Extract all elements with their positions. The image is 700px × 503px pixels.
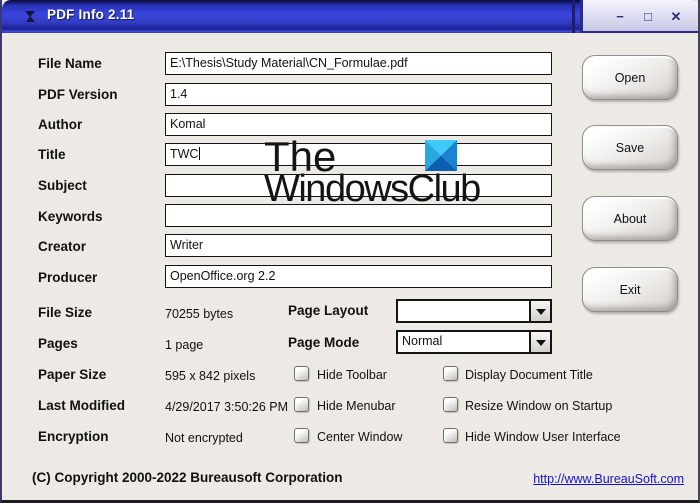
subject-label: Subject (38, 178, 87, 193)
pdf-version-label: PDF Version (38, 87, 118, 102)
text-cursor (199, 147, 201, 160)
resize-window-on-startup-checkbox[interactable] (443, 397, 458, 412)
display-document-title-checkbox[interactable] (443, 366, 458, 381)
exit-button[interactable]: Exit (582, 267, 678, 312)
maximize-icon[interactable]: □ (638, 8, 658, 26)
hide-toolbar-label: Hide Toolbar (317, 368, 387, 382)
creator-field[interactable]: Writer (165, 234, 552, 257)
last-modified-label: Last Modified (38, 398, 125, 413)
paper-size-label: Paper Size (38, 367, 107, 382)
encryption-label: Encryption (38, 429, 109, 444)
last-modified-value: 4/29/2017 3:50:26 PM (165, 400, 289, 414)
close-icon[interactable]: ✕ (666, 8, 686, 26)
pages-label: Pages (38, 336, 78, 351)
file-size-label: File Size (38, 305, 93, 320)
producer-field[interactable]: OpenOffice.org 2.2 (165, 265, 552, 288)
hide-window-user-interface-label: Hide Window User Interface (465, 430, 621, 444)
keywords-field[interactable] (165, 204, 552, 227)
titlebar-separator (572, 0, 575, 33)
title-bar[interactable]: PDF Info 2.11 − □ ✕ (2, 0, 698, 33)
author-label: Author (38, 117, 83, 132)
minimize-icon[interactable]: − (610, 8, 630, 26)
page-layout-combobox[interactable] (396, 299, 552, 323)
creator-label: Creator (38, 239, 87, 254)
display-document-title-label: Display Document Title (465, 368, 593, 382)
hide-menubar-label: Hide Menubar (317, 399, 396, 413)
hide-menubar-checkbox[interactable] (294, 397, 309, 412)
keywords-label: Keywords (38, 209, 103, 224)
about-button[interactable]: About (582, 196, 678, 241)
open-button[interactable]: Open (582, 55, 678, 100)
chevron-down-icon (536, 340, 546, 346)
title-label: Title (38, 147, 66, 162)
page-mode-dropdown-button[interactable] (529, 332, 550, 352)
author-field[interactable]: Komal (165, 113, 552, 136)
page-layout-dropdown-button[interactable] (529, 301, 550, 321)
website-link[interactable]: http://www.BureauSoft.com (533, 472, 684, 486)
pages-value: 1 page (165, 338, 204, 352)
save-button[interactable]: Save (582, 125, 678, 170)
paper-size-value: 595 x 842 pixels (165, 369, 256, 383)
page-layout-label: Page Layout (288, 303, 369, 318)
file-name-label: File Name (38, 56, 102, 71)
page-mode-label: Page Mode (288, 335, 360, 350)
window-controls-panel: − □ ✕ (580, 0, 698, 33)
producer-label: Producer (38, 270, 98, 285)
subject-field[interactable] (165, 174, 552, 197)
center-window-label: Center Window (317, 430, 403, 444)
title-field[interactable]: TWC (165, 143, 552, 166)
copyright-text: (C) Copyright 2000-2022 Bureausoft Corpo… (32, 470, 343, 485)
file-size-value: 70255 bytes (165, 307, 234, 321)
resize-window-on-startup-label: Resize Window on Startup (465, 399, 613, 413)
hide-window-user-interface-checkbox[interactable] (443, 428, 458, 443)
encryption-value: Not encrypted (165, 431, 243, 445)
pdf-info-window: PDF Info 2.11 − □ ✕ File Name E:\Thesis\… (0, 0, 700, 503)
chevron-down-icon (536, 309, 546, 315)
file-name-field[interactable]: E:\Thesis\Study Material\CN_Formulae.pdf (165, 52, 552, 75)
pdf-version-field[interactable]: 1.4 (165, 83, 552, 106)
hide-toolbar-checkbox[interactable] (294, 366, 309, 381)
app-icon[interactable] (23, 9, 38, 24)
center-window-checkbox[interactable] (294, 428, 309, 443)
window-title: PDF Info 2.11 (47, 7, 135, 22)
page-mode-combobox[interactable]: Normal (396, 330, 552, 354)
